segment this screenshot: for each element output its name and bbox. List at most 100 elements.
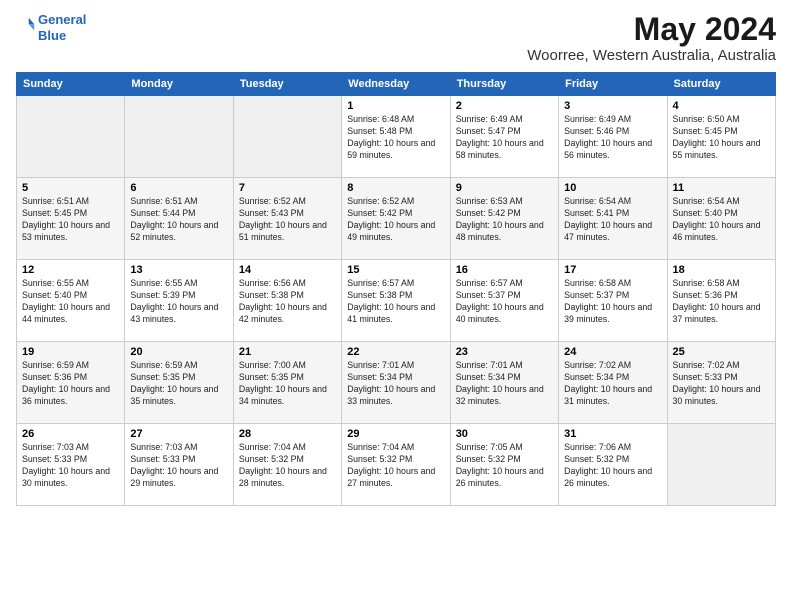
calendar-row-2: 12 Sunrise: 6:55 AMSunset: 5:40 PMDayligh…: [17, 260, 776, 342]
calendar-cell-w1-d0: 5 Sunrise: 6:51 AMSunset: 5:45 PMDaylight…: [17, 178, 125, 260]
day-number: 10: [564, 182, 661, 194]
day-number: 13: [130, 264, 227, 276]
day-number: 28: [239, 428, 336, 440]
logo-line1: General: [38, 12, 86, 27]
day-info: Sunrise: 6:59 AMSunset: 5:36 PMDaylight:…: [22, 360, 119, 408]
calendar-cell-w1-d3: 8Sunrise: 6:52 AMSunset: 5:42 PMDaylight…: [342, 178, 450, 260]
day-info: Sunrise: 6:56 AMSunset: 5:38 PMDaylight:…: [239, 278, 336, 326]
calendar-cell-w3-d5: 24Sunrise: 7:02 AMSunset: 5:34 PMDayligh…: [559, 342, 667, 424]
calendar-row-1: 5 Sunrise: 6:51 AMSunset: 5:45 PMDaylight…: [17, 178, 776, 260]
calendar-cell-w1-d2: 7 Sunrise: 6:52 AMSunset: 5:43 PMDaylight…: [233, 178, 341, 260]
day-info: Sunrise: 6:51 AMSunset: 5:44 PMDaylight:…: [130, 196, 227, 244]
calendar-cell-w4-d2: 28Sunrise: 7:04 AMSunset: 5:32 PMDayligh…: [233, 424, 341, 506]
header-wednesday: Wednesday: [342, 73, 450, 96]
calendar-cell-w0-d5: 3Sunrise: 6:49 AMSunset: 5:46 PMDaylight…: [559, 96, 667, 178]
calendar-cell-w4-d4: 30Sunrise: 7:05 AMSunset: 5:32 PMDayligh…: [450, 424, 558, 506]
day-info: Sunrise: 7:04 AMSunset: 5:32 PMDaylight:…: [347, 442, 444, 490]
calendar-cell-w2-d3: 15 Sunrise: 6:57 AMSunset: 5:38 PMDayligh…: [342, 260, 450, 342]
calendar: Sunday Monday Tuesday Wednesday Thursday…: [16, 72, 776, 506]
day-info: Sunrise: 6:53 AMSunset: 5:42 PMDaylight:…: [456, 196, 553, 244]
calendar-cell-w3-d2: 21 Sunrise: 7:00 AMSunset: 5:35 PMDayligh…: [233, 342, 341, 424]
calendar-cell-w0-d4: 2 Sunrise: 6:49 AMSunset: 5:47 PMDaylight…: [450, 96, 558, 178]
day-info: Sunrise: 6:54 AMSunset: 5:40 PMDaylight:…: [673, 196, 770, 244]
header-sunday: Sunday: [17, 73, 125, 96]
calendar-header-row: Sunday Monday Tuesday Wednesday Thursday…: [17, 73, 776, 96]
calendar-cell-w4-d3: 29Sunrise: 7:04 AMSunset: 5:32 PMDayligh…: [342, 424, 450, 506]
day-info: Sunrise: 6:57 AMSunset: 5:38 PMDaylight:…: [347, 278, 444, 326]
day-number: 7: [239, 182, 336, 194]
day-info: Sunrise: 7:03 AMSunset: 5:33 PMDaylight:…: [22, 442, 119, 490]
day-number: 9: [456, 182, 553, 194]
day-info: Sunrise: 6:52 AMSunset: 5:43 PMDaylight:…: [239, 196, 336, 244]
header-saturday: Saturday: [667, 73, 775, 96]
title-area: May 2024 Woorree, Western Australia, Aus…: [527, 12, 776, 64]
month-title: May 2024: [527, 12, 776, 47]
calendar-cell-w3-d4: 23Sunrise: 7:01 AMSunset: 5:34 PMDayligh…: [450, 342, 558, 424]
day-number: 2: [456, 100, 553, 112]
calendar-row-0: 1Sunrise: 6:48 AMSunset: 5:48 PMDaylight…: [17, 96, 776, 178]
calendar-cell-w0-d0: [17, 96, 125, 178]
day-number: 16: [456, 264, 553, 276]
day-info: Sunrise: 6:57 AMSunset: 5:37 PMDaylight:…: [456, 278, 553, 326]
day-number: 26: [22, 428, 119, 440]
calendar-cell-w0-d2: [233, 96, 341, 178]
day-number: 1: [347, 100, 444, 112]
day-info: Sunrise: 7:06 AMSunset: 5:32 PMDaylight:…: [564, 442, 661, 490]
calendar-cell-w1-d4: 9 Sunrise: 6:53 AMSunset: 5:42 PMDaylight…: [450, 178, 558, 260]
calendar-cell-w2-d5: 17 Sunrise: 6:58 AMSunset: 5:37 PMDayligh…: [559, 260, 667, 342]
calendar-cell-w1-d6: 11 Sunrise: 6:54 AMSunset: 5:40 PMDayligh…: [667, 178, 775, 260]
header-tuesday: Tuesday: [233, 73, 341, 96]
calendar-cell-w3-d0: 19 Sunrise: 6:59 AMSunset: 5:36 PMDayligh…: [17, 342, 125, 424]
location-title: Woorree, Western Australia, Australia: [527, 47, 776, 64]
calendar-cell-w3-d6: 25 Sunrise: 7:02 AMSunset: 5:33 PMDayligh…: [667, 342, 775, 424]
day-number: 12: [22, 264, 119, 276]
day-info: Sunrise: 6:49 AMSunset: 5:47 PMDaylight:…: [456, 114, 553, 162]
calendar-cell-w0-d3: 1Sunrise: 6:48 AMSunset: 5:48 PMDaylight…: [342, 96, 450, 178]
day-number: 20: [130, 346, 227, 358]
day-info: Sunrise: 6:55 AMSunset: 5:40 PMDaylight:…: [22, 278, 119, 326]
day-number: 8: [347, 182, 444, 194]
day-info: Sunrise: 7:02 AMSunset: 5:33 PMDaylight:…: [673, 360, 770, 408]
calendar-cell-w3-d3: 22Sunrise: 7:01 AMSunset: 5:34 PMDayligh…: [342, 342, 450, 424]
day-number: 14: [239, 264, 336, 276]
day-info: Sunrise: 6:55 AMSunset: 5:39 PMDaylight:…: [130, 278, 227, 326]
calendar-cell-w2-d4: 16 Sunrise: 6:57 AMSunset: 5:37 PMDayligh…: [450, 260, 558, 342]
calendar-cell-w4-d6: [667, 424, 775, 506]
day-number: 21: [239, 346, 336, 358]
calendar-cell-w2-d2: 14 Sunrise: 6:56 AMSunset: 5:38 PMDayligh…: [233, 260, 341, 342]
day-number: 25: [673, 346, 770, 358]
day-info: Sunrise: 6:58 AMSunset: 5:37 PMDaylight:…: [564, 278, 661, 326]
calendar-cell-w1-d5: 10 Sunrise: 6:54 AMSunset: 5:41 PMDayligh…: [559, 178, 667, 260]
day-number: 6: [130, 182, 227, 194]
calendar-cell-w2-d6: 18Sunrise: 6:58 AMSunset: 5:36 PMDayligh…: [667, 260, 775, 342]
header-friday: Friday: [559, 73, 667, 96]
logo-line2: Blue: [38, 28, 66, 43]
day-info: Sunrise: 6:51 AMSunset: 5:45 PMDaylight:…: [22, 196, 119, 244]
logo: General Blue: [16, 12, 86, 43]
day-info: Sunrise: 6:58 AMSunset: 5:36 PMDaylight:…: [673, 278, 770, 326]
day-info: Sunrise: 7:01 AMSunset: 5:34 PMDaylight:…: [347, 360, 444, 408]
day-info: Sunrise: 6:50 AMSunset: 5:45 PMDaylight:…: [673, 114, 770, 162]
day-info: Sunrise: 6:54 AMSunset: 5:41 PMDaylight:…: [564, 196, 661, 244]
logo-text: General Blue: [38, 12, 86, 43]
day-number: 17: [564, 264, 661, 276]
header: General Blue May 2024 Woorree, Western A…: [16, 12, 776, 64]
calendar-cell-w4-d0: 26 Sunrise: 7:03 AMSunset: 5:33 PMDayligh…: [17, 424, 125, 506]
day-number: 11: [673, 182, 770, 194]
day-number: 15: [347, 264, 444, 276]
day-info: Sunrise: 7:05 AMSunset: 5:32 PMDaylight:…: [456, 442, 553, 490]
day-number: 19: [22, 346, 119, 358]
day-number: 24: [564, 346, 661, 358]
day-info: Sunrise: 7:03 AMSunset: 5:33 PMDaylight:…: [130, 442, 227, 490]
day-number: 31: [564, 428, 661, 440]
day-number: 27: [130, 428, 227, 440]
day-info: Sunrise: 6:59 AMSunset: 5:35 PMDaylight:…: [130, 360, 227, 408]
day-number: 3: [564, 100, 661, 112]
day-info: Sunrise: 7:01 AMSunset: 5:34 PMDaylight:…: [456, 360, 553, 408]
day-info: Sunrise: 7:00 AMSunset: 5:35 PMDaylight:…: [239, 360, 336, 408]
header-thursday: Thursday: [450, 73, 558, 96]
day-number: 5: [22, 182, 119, 194]
calendar-cell-w1-d1: 6 Sunrise: 6:51 AMSunset: 5:44 PMDaylight…: [125, 178, 233, 260]
calendar-cell-w0-d6: 4Sunrise: 6:50 AMSunset: 5:45 PMDaylight…: [667, 96, 775, 178]
header-monday: Monday: [125, 73, 233, 96]
